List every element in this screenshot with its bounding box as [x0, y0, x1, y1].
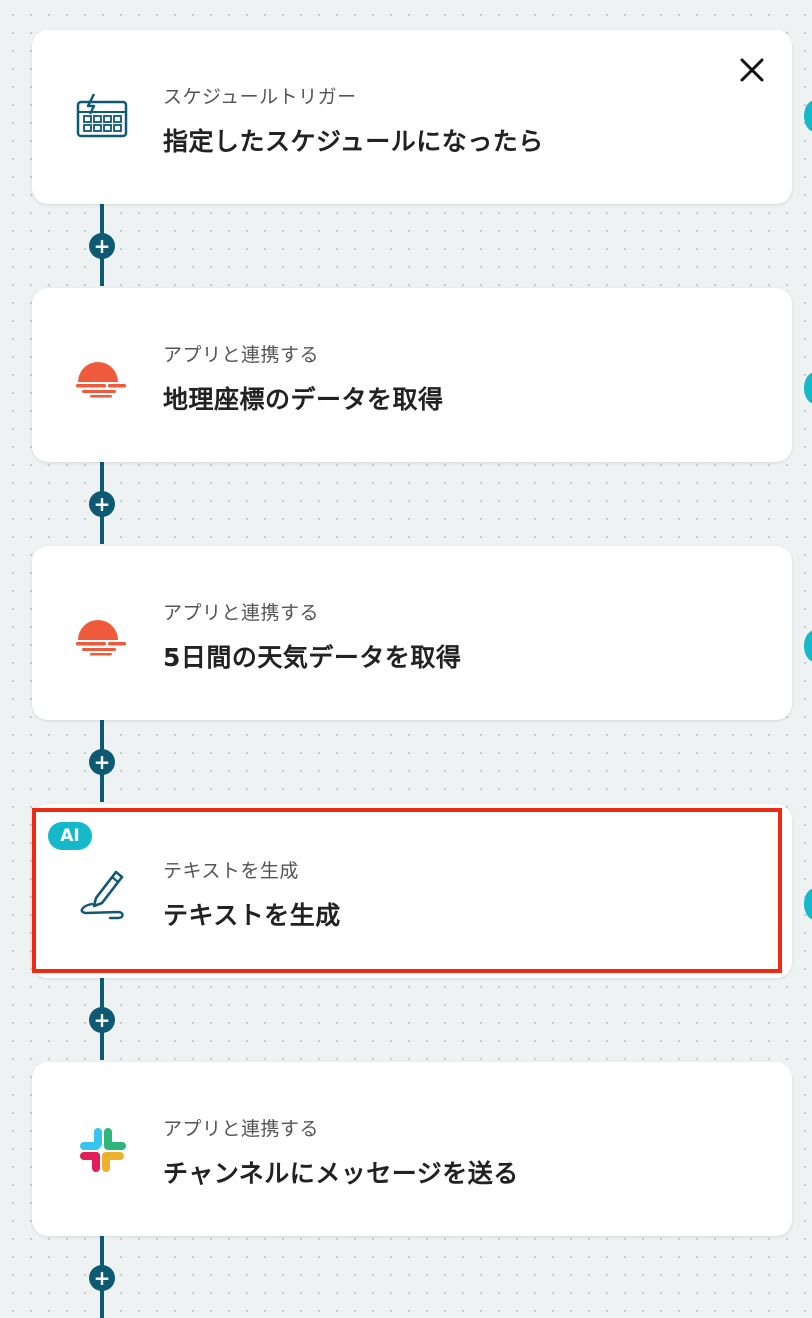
step-subtitle: アプリと連携する	[163, 344, 320, 366]
step-card-geo-coordinates[interactable]: アプリと連携する 地理座標のデータを取得	[32, 288, 792, 462]
step-card-schedule-trigger[interactable]: スケジュールトリガー 指定したスケジュールになったら	[32, 30, 792, 204]
add-step-button[interactable]: +	[89, 1007, 115, 1033]
step-card-generate-text[interactable]: テキストを生成 テキストを生成	[32, 804, 792, 978]
add-step-button[interactable]: +	[89, 491, 115, 517]
close-icon[interactable]	[734, 52, 770, 88]
side-indicator	[804, 100, 812, 132]
weather-sun-icon	[72, 346, 132, 406]
step-title: チャンネルにメッセージを送る	[163, 1159, 519, 1188]
step-title: 地理座標のデータを取得	[163, 385, 444, 414]
side-indicator	[804, 888, 812, 920]
step-subtitle: アプリと連携する	[163, 602, 320, 624]
add-step-button[interactable]: +	[89, 749, 115, 775]
step-title: 5日間の天気データを取得	[163, 643, 462, 672]
weather-sun-icon	[72, 604, 132, 664]
step-card-weather-forecast[interactable]: アプリと連携する 5日間の天気データを取得	[32, 546, 792, 720]
step-subtitle: スケジュールトリガー	[163, 86, 357, 108]
pen-icon	[72, 862, 132, 922]
step-subtitle: アプリと連携する	[163, 1118, 320, 1140]
add-step-button[interactable]: +	[89, 233, 115, 259]
step-title: 指定したスケジュールになったら	[163, 127, 544, 156]
slack-icon	[72, 1120, 132, 1180]
step-card-slack-message[interactable]: アプリと連携する チャンネルにメッセージを送る	[32, 1062, 792, 1236]
schedule-calendar-icon	[72, 88, 132, 148]
step-title: テキストを生成	[163, 901, 341, 930]
ai-badge: AI	[48, 822, 92, 850]
side-indicator	[804, 372, 812, 404]
side-indicator	[804, 630, 812, 662]
add-step-button[interactable]: +	[89, 1265, 115, 1291]
step-subtitle: テキストを生成	[163, 860, 299, 882]
